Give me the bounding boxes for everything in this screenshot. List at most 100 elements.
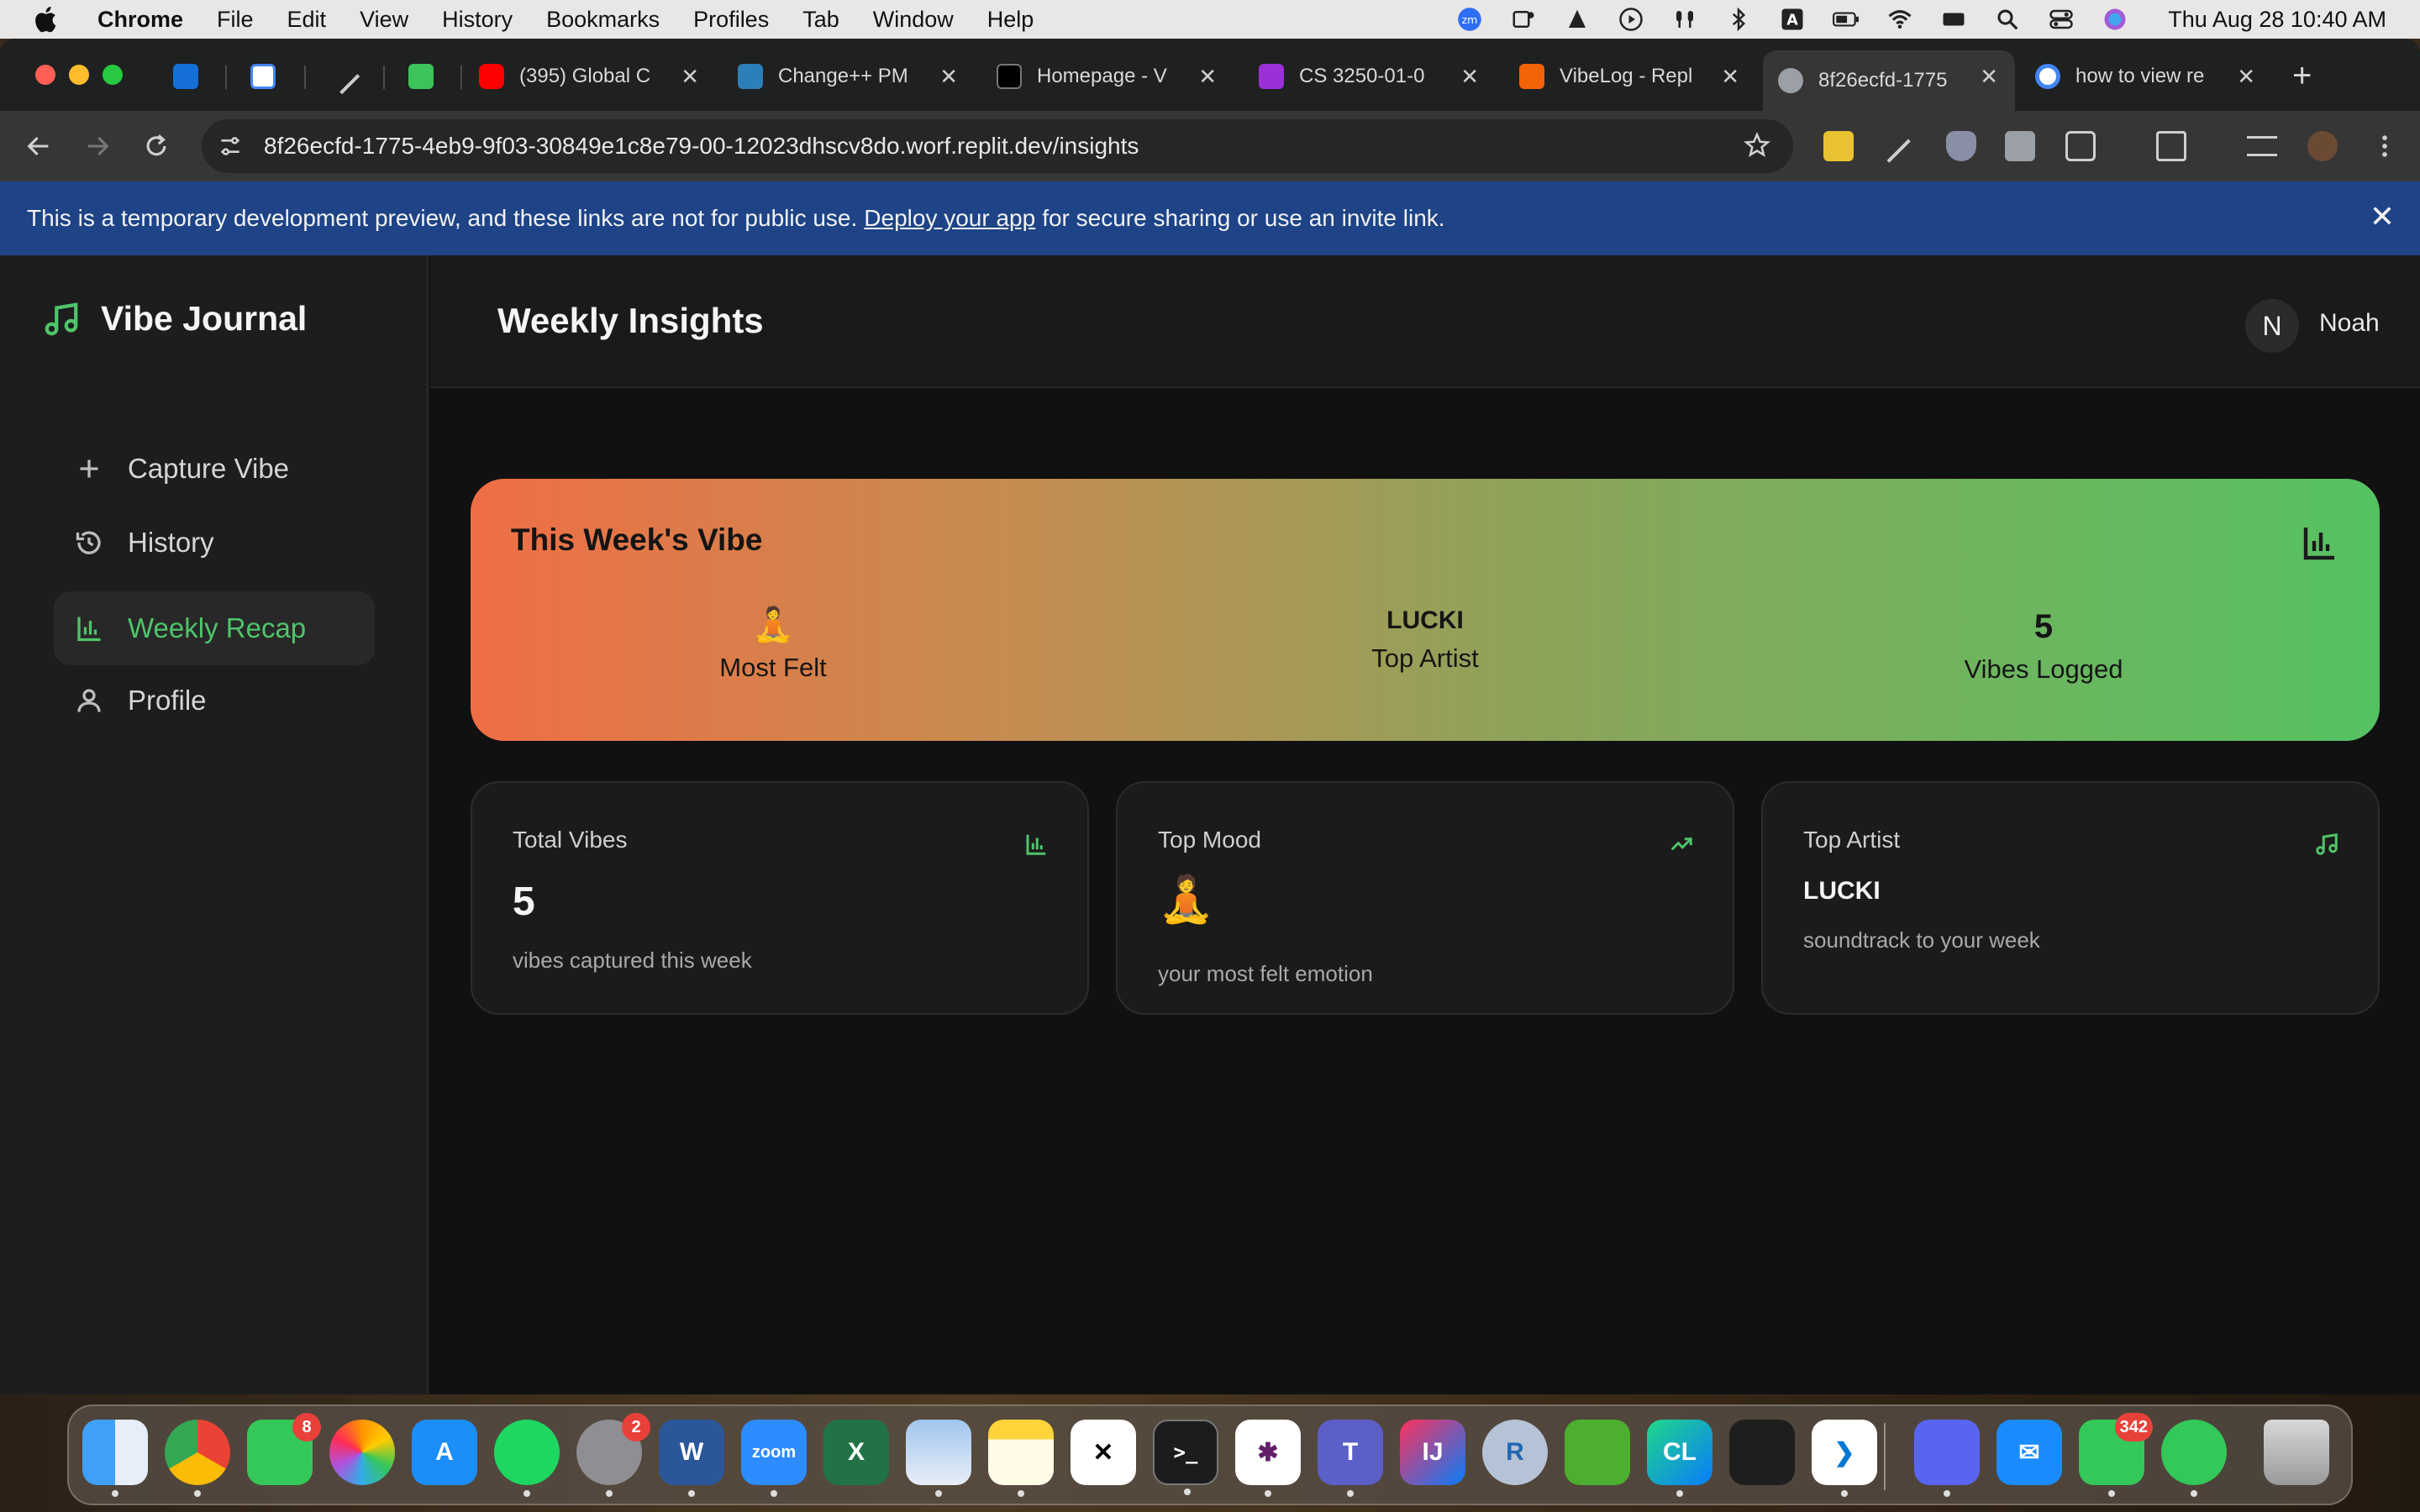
spotify-icon[interactable] xyxy=(494,1420,560,1497)
tab-slash-app[interactable] xyxy=(393,50,457,102)
tab-close-icon[interactable]: ✕ xyxy=(2237,66,2255,87)
window-zoom-button[interactable] xyxy=(103,65,123,85)
trash-icon[interactable] xyxy=(2264,1420,2329,1485)
banner-close-icon[interactable]: ✕ xyxy=(2370,200,2395,234)
sidebar-item-history[interactable]: History xyxy=(54,506,375,580)
tab-close-icon[interactable]: ✕ xyxy=(681,66,699,87)
messages-icon[interactable]: 342 xyxy=(2079,1413,2153,1497)
app-status-icon[interactable] xyxy=(1563,7,1591,32)
tab-google-search[interactable]: how to view re ✕ xyxy=(2020,50,2272,102)
menu-file[interactable]: File xyxy=(217,7,254,33)
tab-vibelog-replit[interactable]: VibeLog - Repl ✕ xyxy=(1504,50,1756,102)
tab-change-pm[interactable]: Change++ PM ✕ xyxy=(723,50,975,102)
sidebar-item-weekly-recap[interactable]: Weekly Recap xyxy=(54,591,375,665)
menu-edit[interactable]: Edit xyxy=(287,7,327,33)
tab-cs3250[interactable]: CS 3250-01-0 ✕ xyxy=(1244,50,1496,102)
profile-avatar-icon[interactable] xyxy=(2307,131,2338,161)
clion-icon[interactable]: CL xyxy=(1647,1420,1712,1497)
siri-icon[interactable] xyxy=(2101,7,2129,32)
photos-icon[interactable] xyxy=(329,1420,395,1485)
media-controls-icon[interactable] xyxy=(2247,136,2277,156)
tab-insights-active[interactable]: 8f26ecfd-1775 ✕ xyxy=(1763,50,2015,111)
bookmark-star-icon[interactable] xyxy=(1743,131,1771,160)
input-source-icon[interactable]: A xyxy=(1778,7,1807,32)
zoom-app-icon[interactable]: zoom xyxy=(741,1420,807,1497)
intellij-icon[interactable]: IJ xyxy=(1400,1420,1465,1485)
new-tab-button[interactable]: + xyxy=(2292,59,2312,92)
capcut-icon[interactable]: ✕ xyxy=(1071,1420,1136,1485)
menu-help[interactable]: Help xyxy=(987,7,1034,33)
find-my-icon[interactable] xyxy=(2161,1420,2227,1497)
menubar-clock[interactable]: Thu Aug 28 10:40 AM xyxy=(2168,7,2386,33)
extension-yellow-icon[interactable] xyxy=(1823,131,1854,161)
tab-close-icon[interactable]: ✕ xyxy=(1460,66,1479,87)
username[interactable]: Noah xyxy=(2319,309,2380,338)
r-app-icon[interactable]: R xyxy=(1482,1420,1548,1485)
slack-icon[interactable]: ✱ xyxy=(1235,1420,1301,1497)
sidebar-item-capture-vibe[interactable]: Capture Vibe xyxy=(54,432,375,506)
zoom-status-icon[interactable]: zm xyxy=(1455,7,1484,32)
url-text[interactable]: 8f26ecfd-1775-4eb9-9f03-30849e1c8e79-00-… xyxy=(264,133,1139,160)
vscode-icon[interactable]: ❯ xyxy=(1812,1420,1877,1497)
menu-view[interactable]: View xyxy=(360,7,408,33)
menu-tab[interactable]: Tab xyxy=(802,7,839,33)
play-status-icon[interactable] xyxy=(1617,7,1645,32)
system-settings-icon[interactable]: 2 xyxy=(576,1413,650,1497)
finder-icon[interactable] xyxy=(82,1420,148,1497)
tab-d2l-homepage[interactable]: Homepage - V ✕ xyxy=(981,50,1234,102)
sidebar-item-profile[interactable]: Profile xyxy=(54,664,375,738)
reload-button[interactable] xyxy=(139,129,173,163)
extension-notes-icon[interactable] xyxy=(2005,131,2035,161)
tab-youtube[interactable]: (395) Global C ✕ xyxy=(464,50,716,102)
tab-close-icon[interactable]: ✕ xyxy=(939,66,958,87)
terminal-icon[interactable]: >_ xyxy=(1153,1420,1218,1495)
window-minimize-button[interactable] xyxy=(69,65,89,85)
address-bar[interactable]: 8f26ecfd-1775-4eb9-9f03-30849e1c8e79-00-… xyxy=(202,119,1793,173)
avatar[interactable]: N xyxy=(2245,299,2299,353)
deploy-app-link[interactable]: Deploy your app xyxy=(864,205,1035,232)
tab-pen[interactable] xyxy=(314,50,378,102)
tab-search-icon[interactable] xyxy=(2156,131,2186,161)
tab-close-icon[interactable]: ✕ xyxy=(1980,66,1998,87)
tab-calendar[interactable] xyxy=(235,50,299,102)
menu-window[interactable]: Window xyxy=(873,7,954,33)
extension-shield-icon[interactable] xyxy=(1946,131,1976,161)
extension-pen-icon[interactable] xyxy=(1877,129,1911,163)
chrome-icon[interactable] xyxy=(165,1420,230,1497)
bluetooth-icon[interactable] xyxy=(1724,7,1753,32)
mail-icon[interactable]: ✉ xyxy=(1996,1420,2062,1485)
apple-logo-icon[interactable] xyxy=(32,4,62,34)
word-icon[interactable]: W xyxy=(659,1420,724,1497)
wifi-icon[interactable] xyxy=(1886,7,1914,32)
extensions-puzzle-icon[interactable] xyxy=(2065,131,2096,161)
menu-app-name[interactable]: Chrome xyxy=(97,7,183,33)
tab-close-icon[interactable]: ✕ xyxy=(1721,66,1739,87)
minecraft-icon[interactable] xyxy=(1565,1420,1630,1485)
menu-bookmarks[interactable]: Bookmarks xyxy=(546,7,660,33)
airpods-status-icon[interactable] xyxy=(1670,7,1699,32)
forward-button[interactable] xyxy=(81,129,114,163)
back-button[interactable] xyxy=(22,129,55,163)
figma-icon[interactable] xyxy=(1729,1420,1795,1485)
notes-icon[interactable] xyxy=(988,1420,1054,1497)
teams-status-icon[interactable] xyxy=(1509,7,1538,32)
tab-close-icon[interactable]: ✕ xyxy=(1198,66,1217,87)
battery-icon[interactable] xyxy=(1832,7,1860,32)
control-center-icon[interactable] xyxy=(2047,7,2075,32)
memory-status-icon[interactable] xyxy=(1939,7,1968,32)
preview-icon[interactable] xyxy=(906,1420,971,1497)
menu-profiles[interactable]: Profiles xyxy=(693,7,769,33)
discord-icon[interactable] xyxy=(1914,1420,1980,1497)
menu-history[interactable]: History xyxy=(442,7,513,33)
site-settings-icon[interactable] xyxy=(217,133,244,160)
app-store-icon[interactable]: A xyxy=(412,1420,477,1485)
bar-chart-icon xyxy=(2303,528,2334,560)
teams-icon[interactable]: T xyxy=(1318,1420,1383,1497)
spotlight-search-icon[interactable] xyxy=(1993,7,2022,32)
tab-outlook[interactable] xyxy=(158,50,222,102)
window-close-button[interactable] xyxy=(35,65,55,85)
facetime-icon[interactable]: 8 xyxy=(247,1413,321,1485)
brand[interactable]: Vibe Journal xyxy=(42,299,307,339)
browser-menu-button[interactable] xyxy=(2368,129,2402,163)
excel-icon[interactable]: X xyxy=(823,1420,889,1485)
